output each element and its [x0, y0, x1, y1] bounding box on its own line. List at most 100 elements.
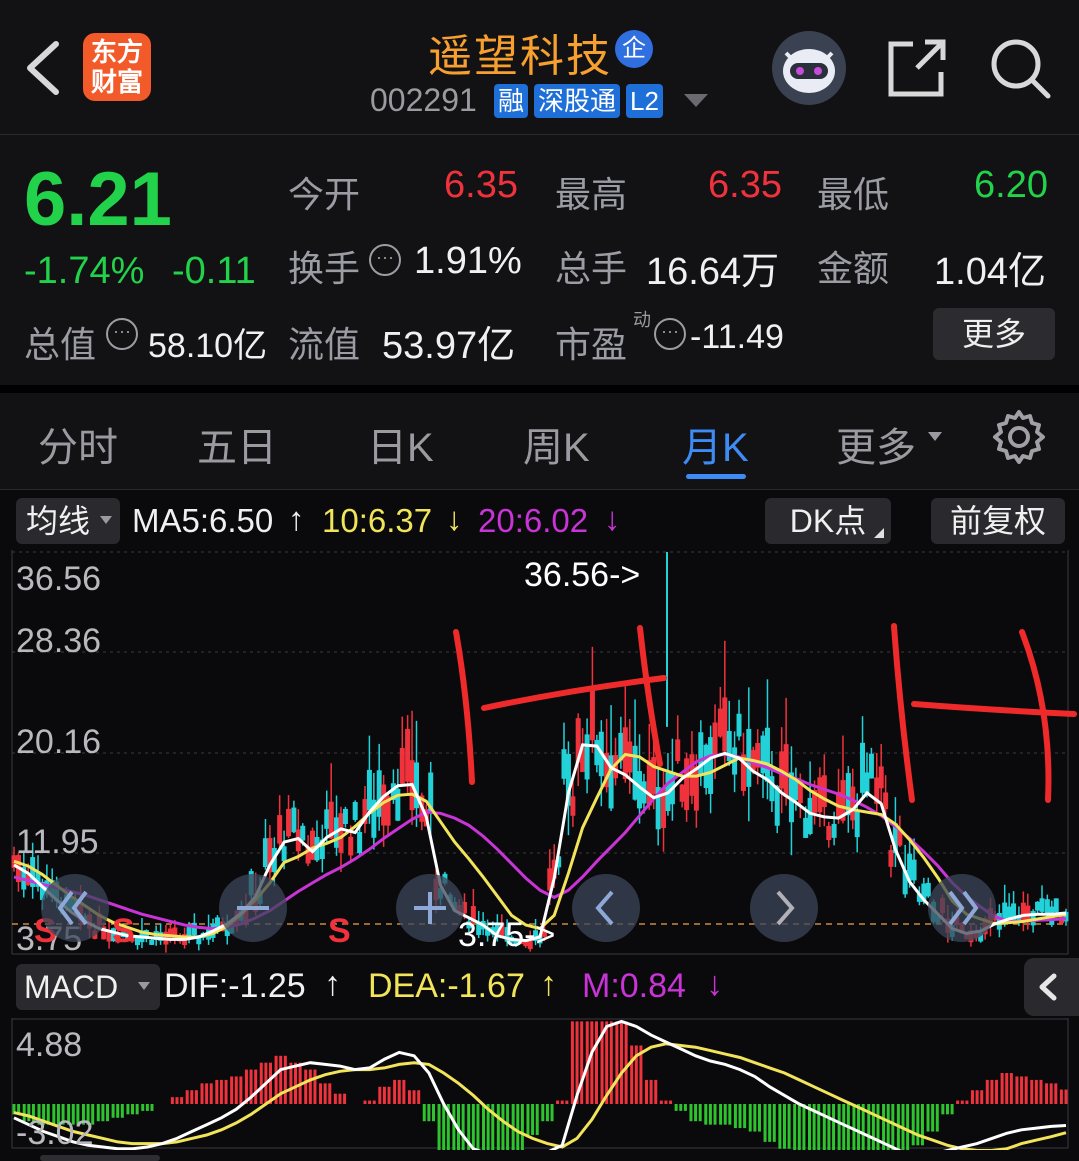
- tab-daily-k[interactable]: 日K: [367, 415, 434, 473]
- scroll-right-button[interactable]: [750, 874, 818, 942]
- section-gap: [0, 385, 1079, 393]
- m-down-arrow-icon: ↓: [706, 965, 723, 1003]
- zoom-in-button[interactable]: [396, 874, 464, 942]
- change-value: -0.11: [172, 250, 256, 292]
- m-readout: M:0.84: [582, 967, 686, 1005]
- chevron-left-icon: [27, 41, 59, 95]
- amount-label: 金额: [817, 248, 890, 289]
- dk-point-button[interactable]: DK点: [765, 498, 891, 544]
- candle-body: [348, 836, 354, 856]
- tab-five-day[interactable]: 五日: [197, 415, 277, 473]
- macd-axis-top: 4.88: [16, 1026, 82, 1064]
- turnover-info-icon[interactable]: ···: [369, 244, 401, 276]
- candle-body: [291, 807, 297, 833]
- candle-body: [281, 846, 287, 862]
- ma-selector-caret-icon: [100, 516, 112, 524]
- candle-body: [570, 796, 576, 816]
- pe-value: -11.49: [690, 318, 784, 356]
- active-tab-underline: [686, 474, 746, 479]
- macd-selector-label: MACD: [24, 969, 119, 1005]
- zoom-out-button[interactable]: [219, 874, 287, 942]
- dea-readout: DEA:-1.67: [368, 967, 525, 1005]
- ma5-up-arrow-icon: ↑: [288, 500, 305, 537]
- mktcap-value: 58.10亿: [148, 327, 268, 365]
- candle-body: [860, 742, 866, 793]
- more-quote-button[interactable]: 更多: [933, 308, 1055, 360]
- macd-lines: [13, 1019, 1067, 1150]
- candle-body: [338, 813, 344, 853]
- candle-body: [679, 784, 685, 802]
- macd-chart[interactable]: 4.88 -3.02: [0, 1018, 1079, 1150]
- max-price-marker: 36.56->: [524, 556, 640, 594]
- candle-body: [712, 722, 718, 756]
- dif-up-arrow-icon: ↑: [324, 965, 341, 1003]
- open-label: 今开: [288, 174, 361, 215]
- candle-body: [878, 766, 884, 789]
- candle-body: [883, 792, 889, 810]
- robot-icon: [783, 49, 835, 93]
- candle-body: [191, 922, 197, 936]
- float-label: 流值: [288, 324, 361, 365]
- robot-avatar[interactable]: [772, 31, 846, 105]
- high-value: 6.35: [708, 164, 782, 206]
- turnover-label: 换手: [288, 248, 361, 289]
- candle-body: [646, 759, 652, 806]
- gear-icon: [993, 410, 1045, 464]
- back-button[interactable]: [18, 36, 68, 96]
- amount-value: 1.04亿: [934, 251, 1046, 293]
- candle-body: [262, 838, 268, 868]
- top-bar: 东方 财富 遥望科技 企 002291 融 深股通 L2: [0, 0, 1079, 135]
- collapse-panel-button[interactable]: [1024, 958, 1079, 1016]
- share-button[interactable]: [885, 36, 949, 100]
- open-value: 6.35: [444, 164, 518, 206]
- tab-more[interactable]: 更多: [836, 415, 916, 473]
- candle-body: [561, 749, 567, 779]
- logo-line-1: 东方: [90, 37, 143, 67]
- candle-body: [1053, 898, 1059, 913]
- bottom-handle: [40, 1155, 160, 1161]
- stock-name[interactable]: 遥望科技: [428, 20, 612, 84]
- app-logo[interactable]: 东方 财富: [83, 33, 151, 101]
- candle-body: [722, 697, 728, 752]
- ma10-down-arrow-icon: ↓: [446, 500, 463, 537]
- candles: [11, 552, 1069, 953]
- candle-body: [405, 728, 411, 782]
- tag-l2: L2: [626, 84, 663, 118]
- mktcap-info-icon[interactable]: ···: [106, 318, 138, 350]
- tab-intraday[interactable]: 分时: [38, 415, 118, 473]
- candle-body: [395, 788, 401, 821]
- chart-settings-button[interactable]: [990, 408, 1048, 466]
- candle-body: [888, 850, 894, 867]
- candle-body: [850, 786, 856, 821]
- axis-label-2: 28.36: [16, 622, 101, 660]
- tag-sz-connect: 深股通: [534, 84, 621, 118]
- scroll-far-left-button[interactable]: [41, 874, 109, 942]
- tab-weekly-k[interactable]: 周K: [523, 415, 590, 473]
- change-percent: -1.74%: [24, 250, 145, 292]
- scroll-left-button[interactable]: [572, 874, 640, 942]
- candle-body: [357, 832, 363, 854]
- search-button[interactable]: [988, 36, 1052, 100]
- axis-label-3: 20.16: [16, 723, 101, 761]
- axis-label-4: 11.95: [16, 823, 99, 861]
- pe-info-icon[interactable]: ···: [654, 318, 686, 350]
- candle-body: [399, 747, 405, 784]
- tag-dropdown-icon[interactable]: [684, 94, 708, 107]
- dif-readout: DIF:-1.25: [164, 967, 306, 1005]
- scroll-far-right-button[interactable]: [928, 874, 996, 942]
- price-gridlines: [11, 550, 1069, 955]
- candle-body: [366, 769, 372, 811]
- candle-body: [1025, 905, 1031, 920]
- candle-body: [736, 713, 742, 737]
- volume-label: 总手: [555, 248, 628, 289]
- candle-body: [764, 727, 770, 782]
- float-value: 53.97亿: [382, 325, 516, 367]
- candlestick-chart[interactable]: 36.56 28.36 20.16 11.95 3.75 36.56-> 3.7…: [0, 550, 1079, 955]
- pe-label: 市盈: [555, 324, 628, 365]
- price-adjust-button[interactable]: 前复权: [931, 498, 1065, 544]
- candle-body: [584, 734, 590, 780]
- ma20-down-arrow-icon: ↓: [604, 500, 621, 537]
- candle-body: [1044, 899, 1050, 915]
- ma10-readout: 10:6.37: [322, 502, 433, 539]
- tab-monthly-k[interactable]: 月K: [682, 415, 749, 473]
